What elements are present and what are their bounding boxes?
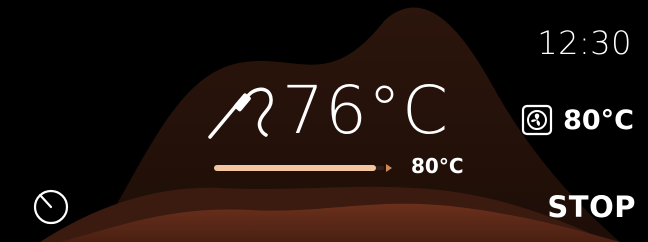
- timer-icon[interactable]: [30, 186, 72, 228]
- oven-temperature-setting[interactable]: 80°C: [521, 104, 634, 136]
- probe-progress-bar: [214, 164, 392, 172]
- fan-icon: [522, 104, 553, 136]
- stop-button[interactable]: STOP: [547, 190, 636, 224]
- probe-current-temp: 76°C: [282, 72, 450, 149]
- meat-probe-icon: [208, 87, 273, 139]
- oven-display-screen: 12:30 76°C 80°C 80°C STOP: [0, 0, 648, 242]
- progress-fill: [214, 165, 376, 171]
- progress-end-marker: [386, 164, 392, 172]
- oven-set-temp: 80°C: [563, 104, 634, 136]
- probe-target-temp[interactable]: 80°C: [411, 154, 464, 178]
- probe-temperature-row: 76°C: [204, 78, 449, 144]
- clock-display: 12:30: [537, 24, 632, 62]
